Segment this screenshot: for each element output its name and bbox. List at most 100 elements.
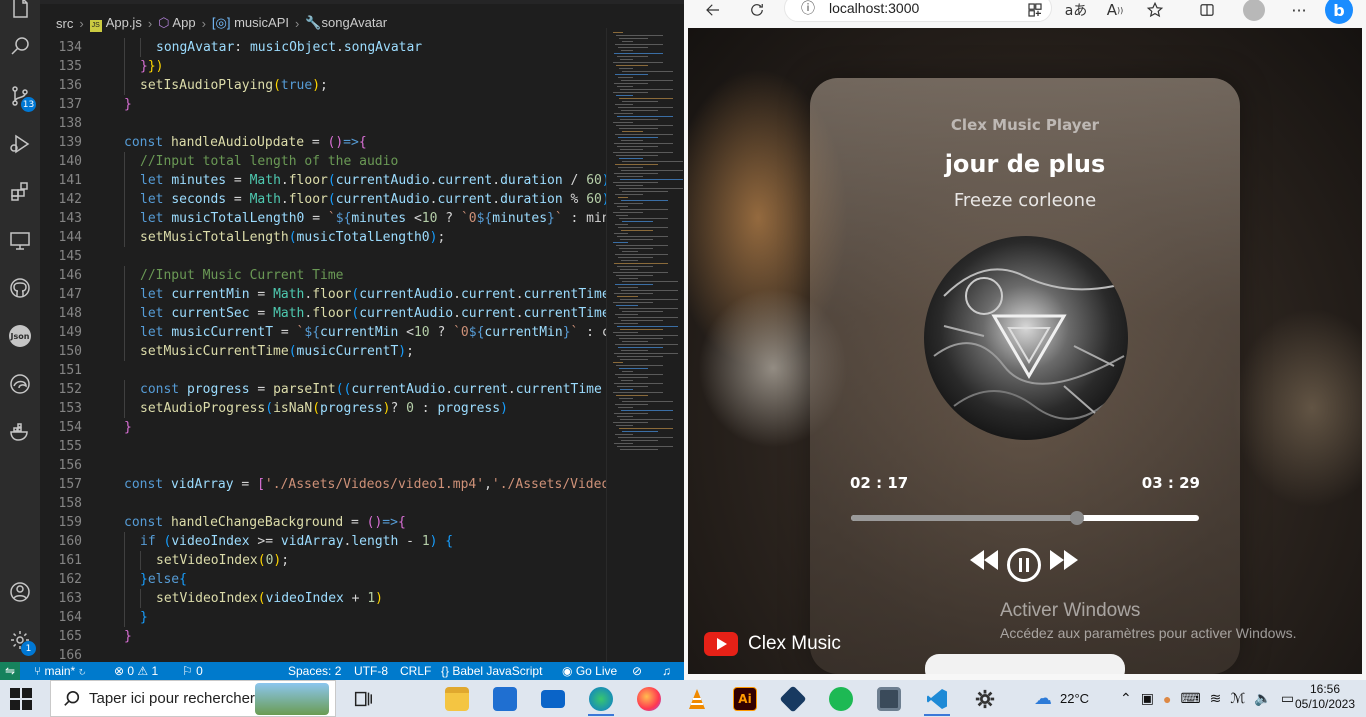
refresh-icon[interactable] bbox=[746, 0, 768, 20]
breadcrumb-property[interactable]: 🔧songAvatar bbox=[305, 15, 387, 31]
remote-explorer-icon[interactable] bbox=[4, 224, 36, 256]
manage-gear-icon[interactable]: 1 bbox=[4, 624, 36, 656]
code-line[interactable]: 134 songAvatar: musicObject.songAvatar bbox=[40, 38, 606, 57]
status-golive[interactable]: ◉ Go Live bbox=[562, 662, 617, 680]
code-line[interactable]: 137} bbox=[40, 95, 606, 114]
chevron-up-icon[interactable]: ⌃ bbox=[1120, 690, 1132, 707]
copilot-icon[interactable]: ⊘ bbox=[632, 662, 642, 680]
remote-indicator-icon[interactable]: ⇋ bbox=[0, 662, 20, 680]
code-line[interactable]: 154} bbox=[40, 418, 606, 437]
virtualbox-icon[interactable] bbox=[778, 684, 808, 714]
code-line[interactable]: 140 //Input total length of the audio bbox=[40, 152, 606, 171]
code-line[interactable]: 145 bbox=[40, 247, 606, 266]
code-line[interactable]: 139 const handleAudioUpdate = ()=>{ bbox=[40, 133, 606, 152]
code-line[interactable]: 143 let musicTotalLength0 = `${minutes <1… bbox=[40, 209, 606, 228]
docker-icon[interactable] bbox=[4, 416, 36, 448]
code-line[interactable]: 150 setMusicCurrentTime(musicCurrentT); bbox=[40, 342, 606, 361]
app-available-icon[interactable] bbox=[1024, 0, 1046, 20]
search-icon[interactable] bbox=[4, 30, 36, 62]
previous-button[interactable] bbox=[968, 548, 1000, 572]
code-line[interactable]: 152 const progress = parseInt((currentAud… bbox=[40, 380, 606, 399]
status-indentation[interactable]: Spaces: 2 bbox=[288, 662, 341, 680]
keyboard-layout-icon[interactable]: ⌨ bbox=[1180, 690, 1200, 707]
illustrator-icon[interactable]: Ai bbox=[730, 684, 760, 714]
edge-devtools-icon[interactable] bbox=[4, 368, 36, 400]
split-screen-icon[interactable] bbox=[1196, 0, 1218, 20]
code-line[interactable]: 155 bbox=[40, 437, 606, 456]
code-line[interactable]: 166 bbox=[40, 646, 606, 662]
code-line[interactable]: 142 let seconds = Math.floor(currentAudio… bbox=[40, 190, 606, 209]
chrome-tray-icon[interactable]: ● bbox=[1163, 691, 1171, 707]
code-line[interactable]: 165} bbox=[40, 627, 606, 646]
code-line[interactable]: 151 bbox=[40, 361, 606, 380]
code-line[interactable]: 146 //Input Music Current Time bbox=[40, 266, 606, 285]
code-line[interactable]: 141 let minutes = Math.floor(currentAudio… bbox=[40, 171, 606, 190]
status-problems[interactable]: ⊗ 0 ⚠ 1 bbox=[114, 662, 158, 680]
code-line[interactable]: 157 const vidArray = ['./Assets/Videos/vi… bbox=[40, 475, 606, 494]
status-ports[interactable]: ⚐ 0 bbox=[182, 662, 203, 680]
breadcrumb-src[interactable]: src bbox=[56, 16, 73, 31]
progress-slider[interactable] bbox=[851, 511, 1199, 525]
breadcrumb-variable[interactable]: [◎] musicAPI bbox=[212, 15, 289, 31]
code-line[interactable]: 158 bbox=[40, 494, 606, 513]
code-line[interactable]: 153 setAudioProgress(isNaN(progress)? 0 :… bbox=[40, 399, 606, 418]
notifications-bell-icon[interactable]: ♫ bbox=[662, 662, 671, 680]
profile-avatar[interactable] bbox=[1242, 0, 1266, 21]
code-line[interactable]: 159 const handleChangeBackground = ()=>{ bbox=[40, 513, 606, 532]
more-menu-icon[interactable]: ··· bbox=[1288, 0, 1310, 20]
clock[interactable]: 16:56 05/10/2023 bbox=[1290, 682, 1360, 712]
info-icon[interactable]: ⓘ bbox=[801, 0, 815, 18]
wifi-icon[interactable]: ≋ bbox=[1210, 690, 1222, 707]
windows-start-icon[interactable] bbox=[10, 688, 32, 710]
address-bar[interactable]: ⓘ localhost:3000 bbox=[784, 0, 1052, 22]
github-icon[interactable] bbox=[4, 272, 36, 304]
translate-icon[interactable]: aあ bbox=[1064, 0, 1088, 20]
task-view-icon[interactable] bbox=[348, 684, 378, 714]
favorite-star-icon[interactable] bbox=[1144, 0, 1166, 20]
code-line[interactable]: 163 setVideoIndex(videoIndex + 1) bbox=[40, 589, 606, 608]
status-branch[interactable]: ⑂ main* ↻ bbox=[34, 662, 86, 680]
code-line[interactable]: 135}}) bbox=[40, 57, 606, 76]
vlc-icon[interactable] bbox=[682, 684, 712, 714]
vscode-icon[interactable] bbox=[922, 684, 952, 716]
code-line[interactable]: 138 bbox=[40, 114, 606, 133]
mail-icon[interactable] bbox=[538, 684, 568, 714]
bing-copilot-icon[interactable]: b bbox=[1324, 0, 1354, 24]
pause-button[interactable] bbox=[1007, 548, 1041, 582]
language-icon[interactable]: ℳ bbox=[1230, 690, 1245, 707]
run-debug-icon[interactable] bbox=[4, 128, 36, 160]
code-line[interactable]: 160 if (videoIndex >= vidArray.length - 1… bbox=[40, 532, 606, 551]
taskbar-search-box[interactable]: Taper ici pour rechercher bbox=[50, 680, 336, 717]
code-line[interactable]: 161 setVideoIndex(0); bbox=[40, 551, 606, 570]
firefox-icon[interactable] bbox=[634, 684, 664, 714]
status-encoding[interactable]: UTF-8 bbox=[354, 662, 388, 680]
source-control-icon[interactable]: 13 bbox=[4, 80, 36, 112]
status-language[interactable]: {} Babel JavaScript bbox=[441, 662, 542, 680]
read-aloud-icon[interactable]: A)) bbox=[1104, 0, 1126, 20]
spotify-icon[interactable] bbox=[826, 684, 856, 714]
volume-icon[interactable]: 🔈 bbox=[1254, 690, 1271, 707]
calculator-icon[interactable] bbox=[874, 684, 904, 714]
accounts-icon[interactable] bbox=[4, 576, 36, 608]
code-line[interactable]: 147 let currentMin = Math.floor(currentAu… bbox=[40, 285, 606, 304]
code-editor[interactable]: 134 songAvatar: musicObject.songAvatar 135… bbox=[40, 38, 606, 662]
explorer-icon[interactable] bbox=[4, 0, 36, 24]
code-line[interactable]: 149 let musicCurrentT = `${currentMin <10… bbox=[40, 323, 606, 342]
code-line[interactable]: 162}else{ bbox=[40, 570, 606, 589]
progress-knob[interactable] bbox=[1070, 511, 1085, 525]
settings-gear-icon[interactable] bbox=[970, 684, 1000, 714]
file-explorer-icon[interactable] bbox=[442, 684, 472, 714]
edge-icon[interactable] bbox=[586, 684, 616, 716]
status-eol[interactable]: CRLF bbox=[400, 662, 431, 680]
microsoft-store-icon[interactable] bbox=[490, 684, 520, 714]
change-background-button[interactable] bbox=[925, 654, 1125, 674]
next-button[interactable] bbox=[1048, 548, 1080, 572]
minimap[interactable] bbox=[606, 28, 683, 662]
json-icon[interactable]: Json bbox=[4, 320, 36, 352]
code-line[interactable]: 156 bbox=[40, 456, 606, 475]
weather-widget[interactable]: ☁ 22°C bbox=[1034, 680, 1089, 717]
breadcrumb-file[interactable]: JS App.js bbox=[89, 15, 142, 32]
extensions-icon[interactable] bbox=[4, 176, 36, 208]
breadcrumb-component[interactable]: ⬡ App bbox=[158, 15, 195, 31]
brand-logo[interactable]: Clex Music bbox=[704, 632, 841, 656]
